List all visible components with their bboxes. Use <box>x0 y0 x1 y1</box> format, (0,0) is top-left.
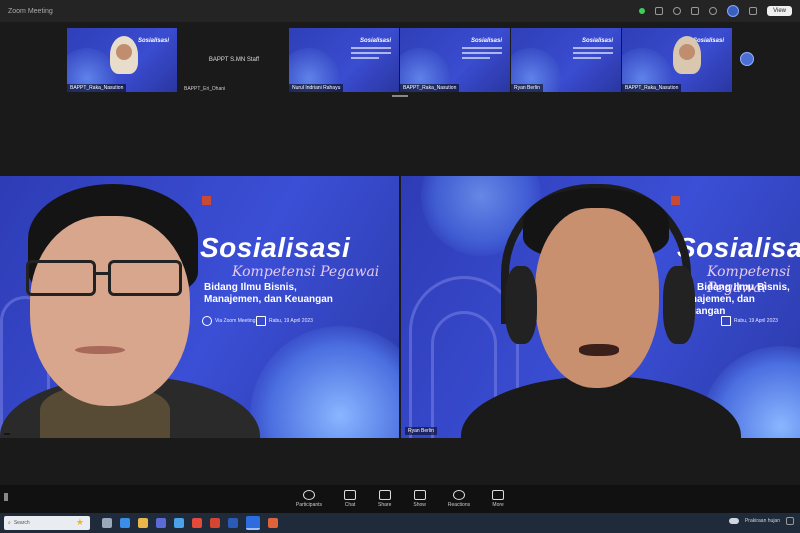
os-taskbar: ⌕ Search ★ Prakiraan hujan <box>0 513 800 533</box>
title-bar-controls: View <box>639 5 792 17</box>
participant-name: Nurul Indriani Rahayu <box>289 84 344 92</box>
app-icon[interactable] <box>268 518 278 528</box>
user-avatar[interactable] <box>727 5 740 17</box>
speaker-tile-right[interactable]: Sosialisasi Kompetensi Pegawai Bidang Il… <box>401 176 800 438</box>
chat-icon <box>344 490 357 500</box>
weather-icon <box>728 518 739 524</box>
participant-footer-name: BAPPT_Eri_Dhani <box>184 86 226 92</box>
speaker-view-toggle[interactable] <box>709 7 718 15</box>
calendar-icon <box>721 316 731 326</box>
meeting-toolbar: Participants Chat Share Show Reactions M… <box>0 485 800 513</box>
thumb-slide-title: Sosialisasi <box>581 38 613 44</box>
thumb-slide-title: Sosialisasi <box>137 38 169 44</box>
participant-name: BAPPT_Raka_Nasution <box>622 84 682 92</box>
reactions-button[interactable]: Reactions <box>448 490 470 508</box>
gallery-page-indicator <box>392 95 408 97</box>
show-button[interactable]: Show <box>413 490 426 508</box>
speaker-icon <box>709 7 718 15</box>
slide-meta-date: Rabu, 19 April 2023 <box>721 316 778 326</box>
cloud-recording-status[interactable] <box>673 7 682 15</box>
participant-name: Ryan Berlin <box>511 84 543 92</box>
speaker-tile-left[interactable]: Sosialisasi Kompetensi Pegawai Bidang Il… <box>0 176 399 438</box>
search-icon: ⌕ <box>8 520 11 526</box>
more-button[interactable]: More <box>492 490 505 508</box>
participant-name: BAPPT_Raka_Nasution <box>400 84 460 92</box>
security-shield-icon[interactable] <box>639 8 646 14</box>
chat-button[interactable]: Chat <box>344 490 357 508</box>
speaker-name-label: Ryan Berlin <box>405 427 437 435</box>
speaker-area: Sosialisasi Kompetensi Pegawai Bidang Il… <box>0 176 800 438</box>
participants-button[interactable]: Participants <box>296 490 322 508</box>
gallery-thumb[interactable]: Sosialisasi Nurul Indriani Rahayu <box>289 28 399 92</box>
captions-icon[interactable] <box>655 7 664 15</box>
weather-text[interactable]: Prakiraan hujan <box>745 518 780 524</box>
chrome-icon[interactable] <box>192 518 202 528</box>
record-icon <box>673 7 682 15</box>
zoom-app-icon[interactable] <box>246 516 260 530</box>
task-view-icon[interactable] <box>102 518 112 528</box>
gallery-thumb[interactable]: Sosialisasi Ryan Berlin <box>511 28 621 92</box>
gallery-thumb[interactable]: Sosialisasi BAPPT_Raka_Nasution <box>67 28 177 92</box>
title-bar: Zoom Meeting View <box>0 0 800 22</box>
store-icon[interactable] <box>156 518 166 528</box>
reactions-icon <box>452 490 465 500</box>
gallery-name-tile[interactable]: BAPPT S.MN Staff BAPPT_Eri_Dhani <box>182 28 286 92</box>
share-screen-icon <box>378 490 391 500</box>
gallery-strip: Sosialisasi BAPPT_Raka_Nasution BAPPT S.… <box>0 28 800 94</box>
slide-meta-date: Rabu, 19 April 2023 <box>256 316 313 326</box>
slide-blob <box>250 326 399 438</box>
thumb-slide-title: Sosialisasi <box>359 38 391 44</box>
word-icon[interactable] <box>228 518 238 528</box>
speaker-video-left <box>0 176 260 438</box>
mail-icon[interactable] <box>174 518 184 528</box>
taskbar-search[interactable]: ⌕ Search ★ <box>4 516 90 530</box>
search-placeholder: Search <box>13 520 30 526</box>
more-icon <box>492 490 505 500</box>
participant-video <box>107 36 139 80</box>
search-highlight-icon: ★ <box>75 517 84 527</box>
powerpoint-icon[interactable] <box>210 518 220 528</box>
speaker-video-right <box>461 176 741 438</box>
participant-name: BAPPT_Raka_Nasution <box>67 84 127 92</box>
speaker-name-label <box>4 433 10 435</box>
system-tray: Prakiraan hujan <box>728 517 794 525</box>
gallery-thumb[interactable]: Sosialisasi BAPPT_Raka_Nasution <box>622 28 732 92</box>
gallery-view-toggle[interactable] <box>691 7 700 15</box>
edge-icon[interactable] <box>120 518 130 528</box>
window-title: Zoom Meeting <box>8 7 53 15</box>
participant-name: BAPPT S.MN Staff <box>208 57 260 63</box>
participants-icon <box>302 490 315 500</box>
share-button[interactable]: Share <box>378 490 391 508</box>
thumb-slide-title: Sosialisasi <box>470 38 502 44</box>
tray-expand-icon[interactable] <box>786 517 794 525</box>
microphone-icon <box>621 398 643 420</box>
grid-icon <box>691 7 700 15</box>
file-explorer-icon[interactable] <box>138 518 148 528</box>
view-button[interactable]: View <box>767 6 792 16</box>
participant-video <box>670 36 702 80</box>
gallery-next-arrow-icon[interactable] <box>740 52 754 66</box>
audio-control-icon[interactable] <box>4 493 8 501</box>
minimize-icon[interactable] <box>749 7 758 15</box>
show-icon <box>413 490 426 500</box>
taskbar-apps <box>102 516 278 530</box>
gallery-thumb[interactable]: Sosialisasi BAPPT_Raka_Nasution <box>400 28 510 92</box>
